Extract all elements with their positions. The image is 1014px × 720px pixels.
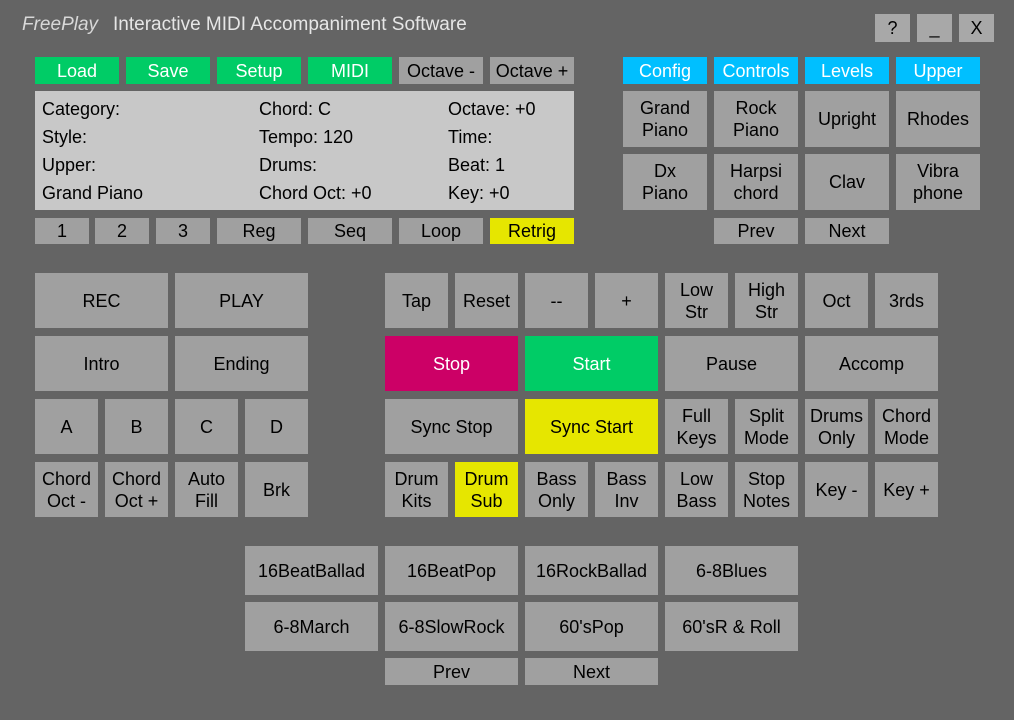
retrig-button[interactable]: Retrig	[490, 218, 574, 244]
instrument-value: Grand Piano	[42, 183, 144, 203]
drum-kits-button[interactable]: Drum Kits	[385, 462, 448, 517]
instrument-rhodes[interactable]: Rhodes	[896, 91, 980, 147]
tempo-value: Tempo: 120	[259, 127, 354, 147]
accomp-button[interactable]: Accomp	[805, 336, 938, 391]
break-button[interactable]: Brk	[245, 462, 308, 517]
tempo-down-button[interactable]: --	[525, 273, 588, 328]
style-item[interactable]: 6-8Blues	[665, 546, 798, 595]
close-button[interactable]: X	[959, 14, 994, 42]
midi-button[interactable]: MIDI	[308, 57, 392, 84]
key-value: Key: +0	[448, 183, 510, 203]
tempo-up-button[interactable]: +	[595, 273, 658, 328]
ending-button[interactable]: Ending	[175, 336, 308, 391]
drum-sub-button[interactable]: Drum Sub	[455, 462, 518, 517]
variation-d-button[interactable]: D	[245, 399, 308, 454]
low-str-button[interactable]: Low Str	[665, 273, 728, 328]
tab-config[interactable]: Config	[623, 57, 707, 84]
reset-button[interactable]: Reset	[455, 273, 518, 328]
intro-button[interactable]: Intro	[35, 336, 168, 391]
save-button[interactable]: Save	[126, 57, 210, 84]
instrument-rock-piano[interactable]: Rock Piano	[714, 91, 798, 147]
style-label: Style:	[42, 127, 88, 147]
play-button[interactable]: PLAY	[175, 273, 308, 328]
oct-button[interactable]: Oct	[805, 273, 868, 328]
instrument-grand-piano[interactable]: Grand Piano	[623, 91, 707, 147]
bass-inv-button[interactable]: Bass Inv	[595, 462, 658, 517]
reg-2-button[interactable]: 2	[95, 218, 149, 244]
style-next-button[interactable]: Next	[525, 658, 658, 685]
sync-start-button[interactable]: Sync Start	[525, 399, 658, 454]
chord-oct-plus-button[interactable]: Chord Oct +	[105, 462, 168, 517]
instrument-dx-piano[interactable]: Dx Piano	[623, 154, 707, 210]
beat-value: Beat: 1	[448, 155, 506, 175]
instrument-vibraphone[interactable]: Vibra phone	[896, 154, 980, 210]
style-item[interactable]: 6-8SlowRock	[385, 602, 518, 651]
variation-c-button[interactable]: C	[175, 399, 238, 454]
load-button[interactable]: Load	[35, 57, 119, 84]
tab-controls[interactable]: Controls	[714, 57, 798, 84]
instrument-harpsichord[interactable]: Harpsi chord	[714, 154, 798, 210]
app-subtitle: Interactive MIDI Accompaniment Software	[113, 14, 467, 35]
low-bass-button[interactable]: Low Bass	[665, 462, 728, 517]
drums-only-button[interactable]: Drums Only	[805, 399, 868, 454]
minimize-button[interactable]: _	[917, 14, 952, 42]
variation-a-button[interactable]: A	[35, 399, 98, 454]
rec-button[interactable]: REC	[35, 273, 168, 328]
style-prev-button[interactable]: Prev	[385, 658, 518, 685]
time-label: Time:	[448, 127, 493, 147]
stop-button[interactable]: Stop	[385, 336, 518, 391]
loop-button[interactable]: Loop	[399, 218, 483, 244]
seq-button[interactable]: Seq	[308, 218, 392, 244]
instrument-clav[interactable]: Clav	[805, 154, 889, 210]
full-keys-button[interactable]: Full Keys	[665, 399, 728, 454]
style-item[interactable]: 6-8March	[245, 602, 378, 651]
split-mode-button[interactable]: Split Mode	[735, 399, 798, 454]
drums-label: Drums:	[259, 155, 317, 175]
tab-levels[interactable]: Levels	[805, 57, 889, 84]
help-button[interactable]: ?	[875, 14, 910, 42]
reg-button[interactable]: Reg	[217, 218, 301, 244]
chord-value: Chord: C	[259, 99, 332, 119]
chord-oct-value: Chord Oct: +0	[259, 183, 372, 203]
app-brand: FreePlay	[22, 14, 99, 35]
category-label: Category:	[42, 99, 121, 119]
high-str-button[interactable]: High Str	[735, 273, 798, 328]
setup-button[interactable]: Setup	[217, 57, 301, 84]
auto-fill-button[interactable]: Auto Fill	[175, 462, 238, 517]
style-item[interactable]: 16BeatPop	[385, 546, 518, 595]
octave-minus-button[interactable]: Octave -	[399, 57, 483, 84]
start-button[interactable]: Start	[525, 336, 658, 391]
instrument-upright[interactable]: Upright	[805, 91, 889, 147]
key-minus-button[interactable]: Key -	[805, 462, 868, 517]
octave-plus-button[interactable]: Octave +	[490, 57, 574, 84]
upper-label: Upper:	[42, 155, 97, 175]
style-item[interactable]: 60'sPop	[525, 602, 658, 651]
pause-button[interactable]: Pause	[665, 336, 798, 391]
instrument-prev-button[interactable]: Prev	[714, 218, 798, 244]
tab-upper[interactable]: Upper	[896, 57, 980, 84]
bass-only-button[interactable]: Bass Only	[525, 462, 588, 517]
instrument-next-button[interactable]: Next	[805, 218, 889, 244]
style-item[interactable]: 60'sR & Roll	[665, 602, 798, 651]
reg-1-button[interactable]: 1	[35, 218, 89, 244]
chord-oct-minus-button[interactable]: Chord Oct -	[35, 462, 98, 517]
stop-notes-button[interactable]: Stop Notes	[735, 462, 798, 517]
key-plus-button[interactable]: Key +	[875, 462, 938, 517]
reg-3-button[interactable]: 3	[156, 218, 210, 244]
style-item[interactable]: 16RockBallad	[525, 546, 658, 595]
octave-value: Octave: +0	[448, 99, 536, 119]
tap-button[interactable]: Tap	[385, 273, 448, 328]
chord-mode-button[interactable]: Chord Mode	[875, 399, 938, 454]
thirds-button[interactable]: 3rds	[875, 273, 938, 328]
style-item[interactable]: 16BeatBallad	[245, 546, 378, 595]
sync-stop-button[interactable]: Sync Stop	[385, 399, 518, 454]
variation-b-button[interactable]: B	[105, 399, 168, 454]
